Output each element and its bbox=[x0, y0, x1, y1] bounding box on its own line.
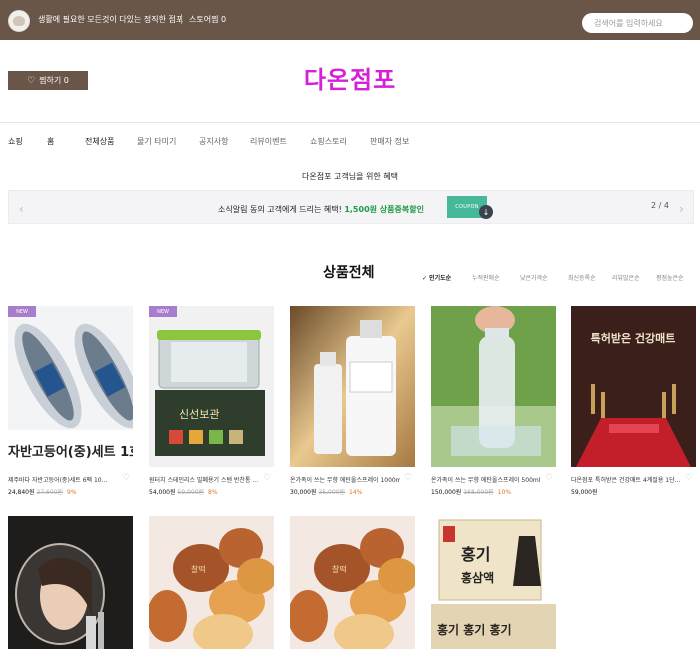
svg-text:홍기 홍기 홍기: 홍기 홍기 홍기 bbox=[437, 622, 512, 637]
store-logo[interactable] bbox=[8, 10, 30, 32]
red-ginseng-image: 홍기 홍삼액 홍기 홍기 홍기 bbox=[431, 516, 556, 649]
banner-text-highlight: 1,500원 상품중복할인 bbox=[344, 205, 424, 214]
banner-text: 소식알림 동의 고객에게 드리는 혜택! 1,500원 상품중복할인 bbox=[218, 204, 424, 215]
store-tagline: 생활에 필요한 모든것이 다있는 정직한 점포 bbox=[38, 15, 184, 24]
thumb-text: 특허받은 건강매트 bbox=[591, 331, 676, 345]
benefit-title: 다온점포 고객님을 위한 혜택 bbox=[302, 172, 398, 181]
thumb-text: 자반고등어(중)세트 1호 bbox=[8, 444, 133, 460]
heart-icon[interactable]: ♡ bbox=[685, 473, 693, 483]
nav-item-category[interactable]: 물기 타미기 bbox=[137, 136, 176, 147]
product-price: 24,840원 27,600원 9% bbox=[8, 489, 77, 496]
container-image: 신선보관 bbox=[149, 306, 274, 467]
svg-text:찰떡: 찰떡 bbox=[332, 564, 347, 574]
banner-text-main: 소식알림 동의 고객에게 드리는 혜택! bbox=[218, 205, 342, 214]
heart-icon[interactable]: ♡ bbox=[404, 473, 412, 483]
sort-option-low-price[interactable]: 낮은가격순 bbox=[520, 273, 548, 282]
cosmetic-image bbox=[8, 516, 133, 649]
product-image[interactable] bbox=[431, 306, 556, 467]
svg-text:홍기: 홍기 bbox=[461, 545, 490, 564]
health-mat-image: 특허받은 건강매트 bbox=[571, 306, 696, 467]
product-image[interactable]: 특허받은 건강매트 bbox=[571, 306, 696, 467]
search-placeholder: 검색어를 입력하세요 bbox=[594, 19, 663, 28]
heart-icon[interactable]: ♡ bbox=[545, 473, 553, 483]
new-badge: NEW bbox=[149, 306, 177, 317]
chevron-left-icon[interactable]: ‹ bbox=[19, 202, 24, 216]
mackerel-image: 자반고등어(중)세트 1호 bbox=[8, 306, 133, 467]
product-image[interactable]: 찰떡 bbox=[149, 516, 274, 649]
product-price: 150,000원 168,000원 10% bbox=[431, 489, 512, 496]
spray-bottle-image bbox=[431, 306, 556, 467]
topbar-divider bbox=[181, 14, 182, 24]
product-image[interactable]: 자반고등어(중)세트 1호 NEW bbox=[8, 306, 133, 467]
nav-item-shopping[interactable]: 쇼핑 bbox=[8, 136, 23, 147]
pancake-image: 찰떡 bbox=[290, 516, 415, 649]
nav-item-review-event[interactable]: 리뷰이벤트 bbox=[250, 136, 287, 147]
nav-item-seller-info[interactable]: 판매자 정보 bbox=[370, 136, 409, 147]
section-title: 상품전체 bbox=[323, 265, 375, 281]
sort-option-rating[interactable]: 평점높은순 bbox=[656, 273, 684, 282]
search-input[interactable]: 검색어를 입력하세요 bbox=[582, 13, 693, 33]
svg-text:신선보관: 신선보관 bbox=[179, 408, 219, 421]
product-name[interactable]: 온가족이 쓰는 무향 에탄올스프레이 500ml bbox=[431, 475, 541, 484]
svg-text:홍삼액: 홍삼액 bbox=[461, 570, 494, 585]
store-like-link[interactable]: 스토어찜 0 bbox=[189, 14, 226, 25]
product-name[interactable]: 원터치 스테인리스 밀폐용기 스텐 반찬통 ... bbox=[149, 475, 259, 484]
sort-option-popular[interactable]: ✓ 인기도순 bbox=[422, 273, 451, 282]
product-name[interactable]: 다온점포 특허받은 건강매트 4계절용 1단... bbox=[571, 475, 681, 484]
pancake-image: 찰떡 bbox=[149, 516, 274, 649]
chevron-right-icon[interactable]: › bbox=[679, 202, 684, 216]
product-image[interactable] bbox=[8, 516, 133, 649]
header-divider bbox=[0, 122, 700, 123]
product-price: 30,000원 35,000원 14% bbox=[290, 489, 363, 496]
nav-item-shopping-story[interactable]: 쇼핑스토리 bbox=[310, 136, 347, 147]
svg-text:찰떡: 찰떡 bbox=[191, 564, 206, 574]
nav-item-notice[interactable]: 공지사항 bbox=[199, 136, 228, 147]
sort-option-reviews[interactable]: 리뷰많은순 bbox=[612, 273, 640, 282]
product-image[interactable] bbox=[290, 306, 415, 467]
sanitizer-image bbox=[290, 306, 415, 467]
heart-icon[interactable]: ♡ bbox=[122, 473, 130, 483]
heart-icon[interactable]: ♡ bbox=[263, 473, 271, 483]
product-name[interactable]: 제주바다 자반고등어(중)세트 6팩 10... bbox=[8, 475, 118, 484]
product-image[interactable]: 홍기 홍삼액 홍기 홍기 홍기 bbox=[431, 516, 556, 649]
download-icon[interactable]: ↓ bbox=[479, 205, 493, 219]
product-image[interactable]: 신선보관 NEW bbox=[149, 306, 274, 467]
product-image[interactable]: 찰떡 bbox=[290, 516, 415, 649]
product-name[interactable]: 온가족이 쓰는 무향 에탄올스프레이 1000ml bbox=[290, 475, 400, 484]
nav-item-all-products[interactable]: 전체상품 bbox=[85, 136, 114, 147]
product-price: 54,000원 59,000원 8% bbox=[149, 489, 218, 496]
brand-title[interactable]: 다온점포 bbox=[0, 60, 700, 95]
sort-option-newest[interactable]: 최신등록순 bbox=[568, 273, 596, 282]
banner-pagination: 2 / 4 bbox=[651, 201, 669, 210]
sort-option-sales[interactable]: 누적판매순 bbox=[472, 273, 500, 282]
nav-item-home[interactable]: 홈 bbox=[47, 136, 54, 147]
new-badge: NEW bbox=[8, 306, 36, 317]
product-price: 59,000원 bbox=[571, 489, 598, 496]
